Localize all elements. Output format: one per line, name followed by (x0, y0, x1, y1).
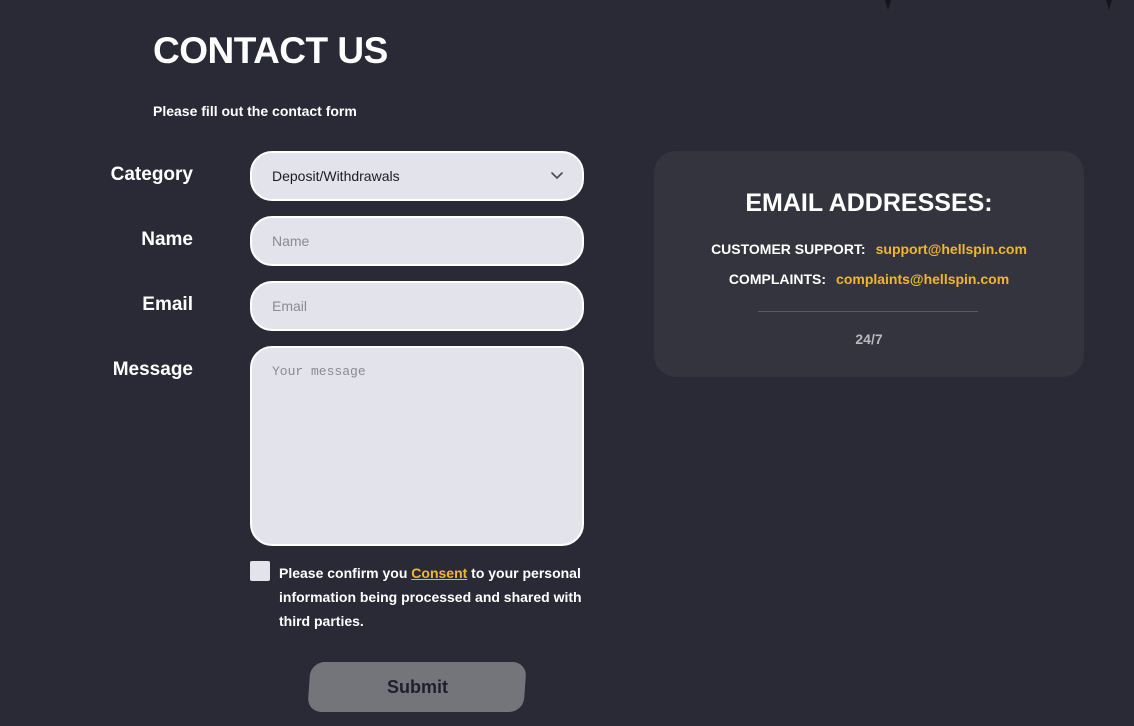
page-subtitle: Please fill out the contact form (153, 103, 357, 119)
consent-text: Please confirm you Consent to your perso… (279, 561, 589, 633)
name-input[interactable] (250, 216, 584, 266)
message-label: Message (112, 359, 193, 380)
name-label: Name (141, 229, 193, 250)
decorative-notch (885, 0, 891, 10)
consent-checkbox[interactable] (250, 561, 270, 581)
consent-link[interactable]: Consent (411, 565, 467, 581)
category-selected-value: Deposit/Withdrawals (272, 168, 400, 184)
support-email-label: CUSTOMER SUPPORT: (711, 241, 866, 257)
consent-text-before: Please confirm you (279, 565, 412, 581)
submit-label: Submit (386, 676, 448, 697)
support-email-row: CUSTOMER SUPPORT: support@hellspin.com (654, 241, 1084, 257)
decorative-notch (1106, 0, 1112, 10)
support-hours: 24/7 (855, 331, 883, 347)
panel-title: EMAIL ADDRESSES: (745, 189, 993, 217)
chevron-down-icon (551, 172, 563, 179)
panel-divider (758, 311, 978, 312)
category-select[interactable]: Deposit/Withdrawals (250, 151, 584, 201)
complaints-email-link[interactable]: complaints@hellspin.com (836, 271, 1009, 287)
complaints-email-label: COMPLAINTS: (728, 271, 827, 287)
message-textarea[interactable] (250, 346, 584, 546)
page-title: CONTACT US (153, 30, 388, 71)
email-label: Email (142, 294, 193, 315)
submit-button[interactable]: Submit (307, 662, 527, 712)
category-label: Category (110, 164, 193, 185)
email-addresses-panel: EMAIL ADDRESSES: CUSTOMER SUPPORT: suppor… (654, 151, 1084, 377)
email-input[interactable] (250, 281, 584, 331)
contact-page: CONTACT US Please fill out the contact f… (0, 0, 1134, 726)
support-email-link[interactable]: support@hellspin.com (876, 241, 1027, 257)
complaints-email-row: COMPLAINTS: complaints@hellspin.com (654, 271, 1084, 287)
